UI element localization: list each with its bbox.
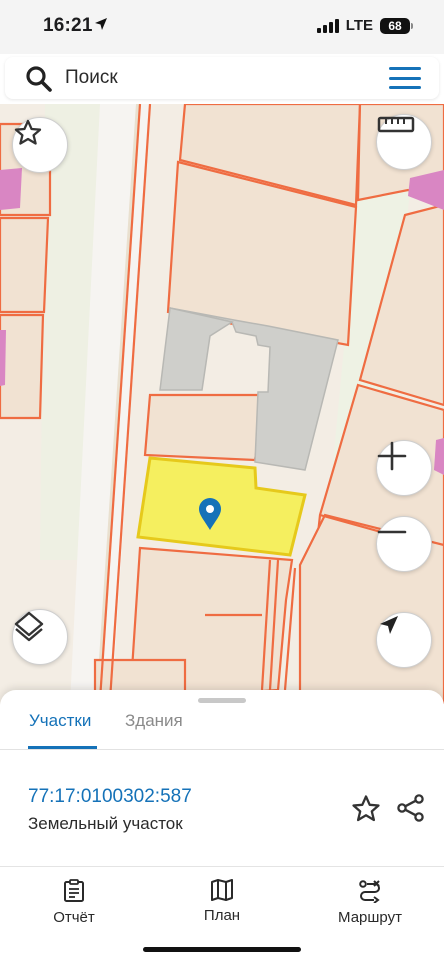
nav-route-label: Маршрут — [338, 909, 402, 926]
layers-icon — [14, 611, 44, 642]
zoom-in-icon — [377, 441, 407, 471]
tabs-divider — [0, 749, 444, 750]
zoom-out-icon — [377, 530, 407, 534]
menu-icon[interactable] — [389, 67, 421, 89]
search-input[interactable] — [65, 66, 365, 90]
ruler-button[interactable] — [376, 114, 432, 170]
network-type: LTE — [345, 17, 373, 34]
tab-buildings[interactable]: Здания — [125, 711, 183, 731]
map-view[interactable] — [0, 104, 444, 704]
tab-parcels[interactable]: Участки — [29, 711, 91, 731]
sheet-drag-handle[interactable] — [198, 698, 246, 703]
my-location-button[interactable] — [376, 612, 432, 668]
status-bar: 16:21 LTE 68 — [0, 0, 444, 54]
favorite-icon[interactable] — [351, 794, 381, 824]
parcel-info-sheet: Участки Здания 77:17:0100302:587 Земельн… — [0, 690, 444, 866]
ruler-icon — [377, 116, 415, 133]
signal-icon — [316, 18, 339, 33]
battery-icon: 68 — [380, 17, 413, 34]
nav-plan-label: План — [203, 907, 241, 924]
map-plan-icon — [211, 879, 233, 901]
home-indicator[interactable] — [143, 947, 301, 952]
star-icon — [14, 119, 42, 145]
search-bar — [5, 57, 439, 99]
cadastral-number-link[interactable]: 77:17:0100302:587 — [28, 786, 192, 808]
layers-button[interactable] — [12, 609, 68, 665]
nav-report[interactable]: Отчёт — [19, 879, 129, 926]
battery-level: 68 — [388, 18, 402, 33]
zoom-out-button[interactable] — [376, 516, 432, 572]
nav-plan[interactable]: План — [167, 879, 277, 924]
location-arrow-icon — [380, 616, 398, 634]
status-indicators: LTE 68 — [316, 17, 413, 34]
route-icon — [359, 880, 380, 903]
share-icon[interactable] — [396, 793, 426, 823]
nav-report-label: Отчёт — [53, 909, 95, 926]
parcel-type-label: Земельный участок — [28, 814, 183, 833]
bottom-navigation: Отчёт План Маршрут — [0, 866, 444, 960]
favorite-map-button[interactable] — [12, 117, 68, 173]
location-services-icon — [95, 18, 107, 30]
search-icon[interactable] — [25, 65, 53, 93]
nav-route[interactable]: Маршрут — [315, 879, 425, 926]
status-time: 16:21 — [43, 15, 93, 36]
report-icon — [64, 879, 84, 902]
zoom-in-button[interactable] — [376, 440, 432, 496]
